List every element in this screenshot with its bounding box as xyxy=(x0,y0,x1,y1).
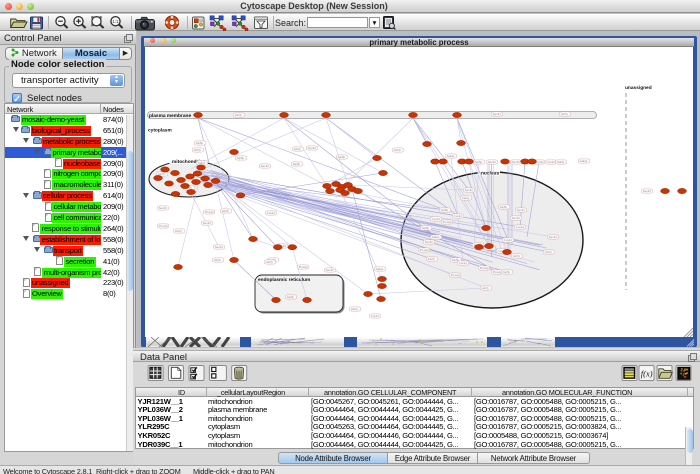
svg-text:Hxt7p: Hxt7p xyxy=(194,148,202,152)
svg-text:Hxt7p: Hxt7p xyxy=(214,258,222,262)
svg-text:Pma1p: Pma1p xyxy=(205,210,214,214)
svg-text:Gal4p: Gal4p xyxy=(432,235,440,239)
svg-text:Sec23: Sec23 xyxy=(261,164,269,168)
svg-text:nucleus: nucleus xyxy=(481,171,499,177)
svg-text:f(x): f(x) xyxy=(641,368,653,378)
svg-text:Cox12: Cox12 xyxy=(516,225,525,229)
svg-text:Atp5p: Atp5p xyxy=(338,155,346,159)
svg-text:Sec23: Sec23 xyxy=(215,245,223,249)
svg-text:Sec23: Sec23 xyxy=(159,206,167,210)
svg-text:Cox12: Cox12 xyxy=(459,261,468,265)
svg-text:Sec23: Sec23 xyxy=(512,160,520,164)
svg-text:Hxt7p: Hxt7p xyxy=(428,257,436,261)
svg-text:Pma1p: Pma1p xyxy=(443,220,452,224)
svg-text:Sec23: Sec23 xyxy=(308,146,316,150)
svg-text:Hxt7p: Hxt7p xyxy=(513,254,521,258)
svg-text:Sec23: Sec23 xyxy=(425,240,433,244)
svg-text:Sec23: Sec23 xyxy=(643,189,651,193)
svg-text:Atp5p: Atp5p xyxy=(422,226,430,230)
svg-text:Atp5p: Atp5p xyxy=(441,208,449,212)
svg-text:Cox12: Cox12 xyxy=(371,314,380,318)
svg-text:Hxt7p: Hxt7p xyxy=(482,286,490,290)
svg-text:Sec23: Sec23 xyxy=(493,112,501,116)
svg-text:Gal4p: Gal4p xyxy=(557,160,565,164)
svg-text:Atp5p: Atp5p xyxy=(500,205,508,209)
svg-text:Pma1p: Pma1p xyxy=(159,224,168,228)
svg-text:Cox12: Cox12 xyxy=(432,217,441,221)
svg-text:Sec23: Sec23 xyxy=(517,208,525,212)
svg-text:Sec23: Sec23 xyxy=(465,188,473,192)
svg-text:Pma1p: Pma1p xyxy=(299,265,308,269)
svg-text:Gal4p: Gal4p xyxy=(462,196,470,200)
svg-text:endoplasmic reticulum: endoplasmic reticulum xyxy=(258,277,310,283)
svg-text:Hxt7p: Hxt7p xyxy=(394,148,402,152)
svg-text:Hxt7p: Hxt7p xyxy=(175,229,183,233)
svg-text:cytoplasm: cytoplasm xyxy=(148,128,172,134)
svg-text:Sec23: Sec23 xyxy=(549,235,557,239)
svg-text:Gal4p: Gal4p xyxy=(447,154,455,158)
svg-text:Atp5p: Atp5p xyxy=(503,270,511,274)
svg-text:Atp5p: Atp5p xyxy=(475,160,483,164)
svg-text:Hxt7p: Hxt7p xyxy=(222,209,230,213)
svg-text:Sec23: Sec23 xyxy=(203,221,211,225)
svg-text:Cox12: Cox12 xyxy=(267,211,276,215)
svg-text:Gal4p: Gal4p xyxy=(580,159,588,163)
svg-text:Hxt7p: Hxt7p xyxy=(266,260,274,264)
svg-text:Hxt7p: Hxt7p xyxy=(351,307,359,311)
svg-text:Sec23: Sec23 xyxy=(326,268,334,272)
svg-text:Sec23: Sec23 xyxy=(488,160,496,164)
svg-text:Gal4p: Gal4p xyxy=(198,161,206,165)
svg-text:Gal4p: Gal4p xyxy=(376,267,384,271)
svg-text:Atp5p: Atp5p xyxy=(293,162,301,166)
svg-text:Pma1p: Pma1p xyxy=(420,248,429,252)
svg-text:Pma1p: Pma1p xyxy=(493,270,502,274)
svg-text:Sec23: Sec23 xyxy=(512,216,520,220)
svg-text:Cox12: Cox12 xyxy=(547,160,556,164)
svg-text:Atp5p: Atp5p xyxy=(287,295,295,299)
svg-text:Cox12: Cox12 xyxy=(504,238,513,242)
svg-text:Atp5p: Atp5p xyxy=(237,156,245,160)
svg-text:1:1: 1:1 xyxy=(112,19,119,24)
svg-text:unassigned: unassigned xyxy=(625,85,652,91)
svg-text:Cox12: Cox12 xyxy=(454,214,463,218)
svg-text:Hxt7p: Hxt7p xyxy=(545,250,553,254)
svg-text:Hxt7p: Hxt7p xyxy=(561,112,569,116)
svg-text:Atp5p: Atp5p xyxy=(196,141,204,145)
svg-text:Hxt7p: Hxt7p xyxy=(235,113,243,117)
svg-text:Hxt7p: Hxt7p xyxy=(294,147,302,151)
svg-text:plasma membrane: plasma membrane xyxy=(149,113,191,119)
svg-text:Pma1p: Pma1p xyxy=(451,273,460,277)
svg-text:Pma1p: Pma1p xyxy=(480,266,489,270)
